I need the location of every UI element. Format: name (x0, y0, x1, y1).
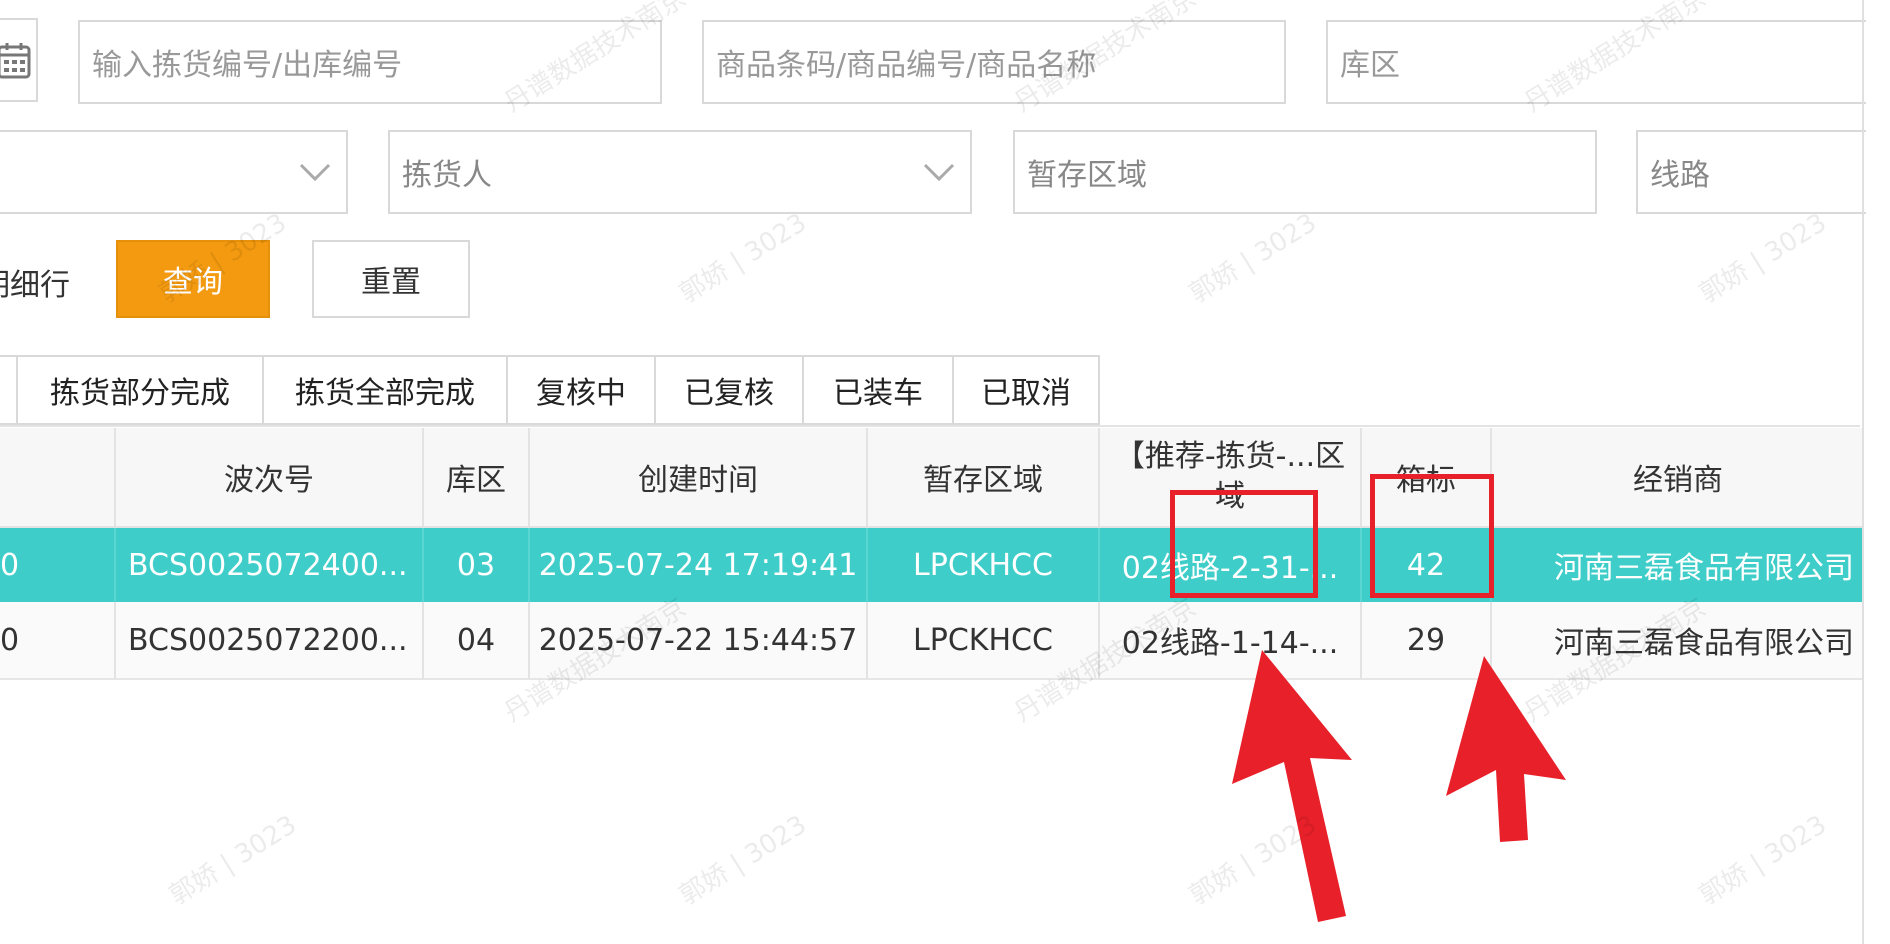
arrow-icon (1232, 650, 1352, 922)
annotation-arrows (1232, 650, 1566, 922)
arrow-icon (1446, 656, 1566, 842)
